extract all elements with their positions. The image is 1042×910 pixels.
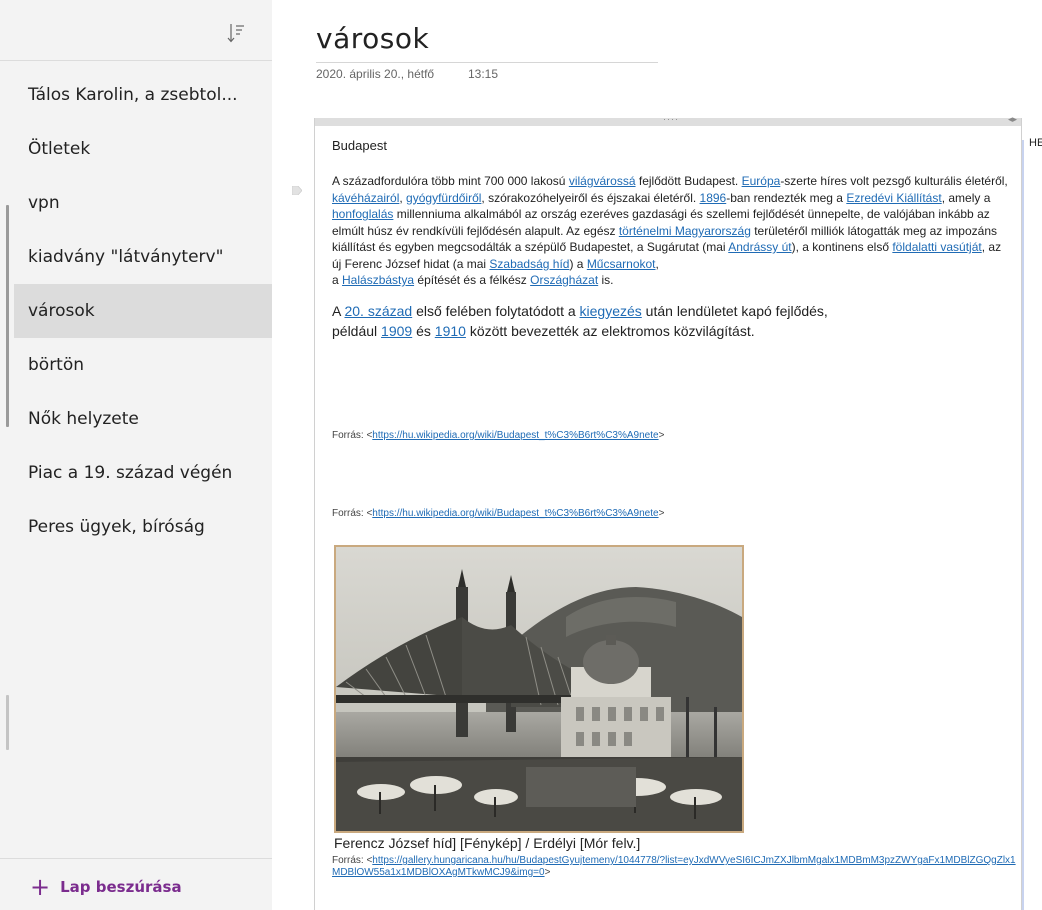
inline-link[interactable]: Műcsarnokot	[587, 257, 656, 271]
inline-link[interactable]: kiegyezés	[580, 303, 642, 319]
text-run: -ban rendezték meg a	[726, 190, 847, 205]
add-page-button[interactable]: + Lap beszúrása	[30, 874, 182, 900]
add-page-label: Lap beszúrása	[60, 878, 182, 896]
page-item[interactable]: kiadvány "látványterv"	[14, 230, 272, 284]
source-line: Forrás: <https://gallery.hungaricana.hu/…	[332, 855, 1022, 879]
inline-link[interactable]: kávéházairól	[332, 191, 399, 205]
text-run: ,	[655, 256, 659, 271]
paragraph: A századfordulóra több mint 700 000 lako…	[332, 173, 1012, 289]
page-item[interactable]: Piac a 19. század végén	[14, 446, 272, 500]
inline-link[interactable]: Szabadság híd	[489, 257, 569, 271]
inline-link[interactable]: földalatti vasútját	[892, 240, 981, 254]
text-run: között bevezették az elektromos közvilág…	[465, 322, 755, 339]
paragraph-handle-icon[interactable]	[291, 182, 303, 196]
page-item[interactable]: Tálos Karolin, a zsebtol...	[14, 68, 272, 122]
source-prefix: Forrás: <	[332, 430, 373, 441]
inline-link[interactable]: 1910	[435, 323, 466, 339]
text-run: A	[332, 302, 345, 319]
inline-link[interactable]: történelmi Magyarország	[619, 224, 751, 238]
scrollbar-lower[interactable]	[6, 695, 9, 750]
source-suffix: >	[658, 430, 665, 441]
source-prefix: Forrás: <	[332, 508, 373, 519]
source-suffix: >	[658, 508, 665, 519]
page-item[interactable]: Peres ügyek, bíróság	[14, 500, 272, 554]
source-line: Forrás: <https://hu.wikipedia.org/wiki/B…	[332, 508, 664, 519]
source-prefix: Forrás: <	[332, 855, 373, 866]
text-run: első felében folytatódott a	[412, 302, 580, 319]
page-item[interactable]: Ötletek	[14, 122, 272, 176]
note-container-handle[interactable]: ···· ◂▸	[315, 114, 1021, 126]
note-body[interactable]: Budapest A századfordulóra több mint 700…	[332, 138, 1012, 357]
page-item[interactable]: vpn	[14, 176, 272, 230]
inline-link[interactable]: Országházat	[530, 273, 598, 287]
inline-link[interactable]: 1896	[700, 191, 727, 205]
text-run: a	[332, 273, 343, 287]
text-run: , szórakozóhelyeiről és éjszakai életérő…	[481, 190, 700, 205]
page-time: 13:15	[468, 67, 499, 81]
resize-arrows-icon[interactable]: ◂▸	[1008, 114, 1017, 125]
text-run: ), a kontinens első	[791, 240, 893, 254]
source-line: Forrás: <https://hu.wikipedia.org/wiki/B…	[332, 430, 664, 441]
text-run: , amely a	[941, 190, 991, 205]
title-underline	[316, 62, 658, 63]
page-item-selected[interactable]: városok	[14, 284, 272, 338]
source-suffix: >	[544, 867, 551, 878]
text-run: után lendületet kapó fejlődés,	[641, 302, 828, 319]
source-link[interactable]: https://hu.wikipedia.org/wiki/Budapest_t…	[372, 508, 658, 519]
inline-link[interactable]: Európa	[742, 174, 781, 188]
text-run: ) a	[569, 256, 587, 271]
adjacent-container-edge	[1022, 140, 1024, 910]
inline-link[interactable]: világvárossá	[569, 174, 636, 188]
source-link[interactable]: https://gallery.hungaricana.hu/hu/Budape…	[332, 855, 1016, 878]
inline-link[interactable]: Halászbástya	[342, 273, 414, 287]
inline-link[interactable]: 20. század	[344, 303, 412, 319]
page-date: 2020. április 20., hétfő	[316, 67, 435, 81]
divider	[0, 858, 272, 859]
text-run: A századfordulóra több mint 700 000 lako…	[332, 174, 569, 188]
text-run: fejlődött Budapest.	[635, 174, 742, 188]
source-link[interactable]: https://hu.wikipedia.org/wiki/Budapest_t…	[372, 430, 658, 441]
inline-link[interactable]: 1909	[381, 323, 412, 339]
text-run: -szerte híres volt pezsgő kulturális éle…	[780, 174, 1008, 188]
page-item[interactable]: Nők helyzete	[14, 392, 272, 446]
scrollbar[interactable]	[6, 205, 9, 427]
plus-icon: +	[30, 873, 51, 901]
bridge-photo[interactable]	[334, 545, 744, 833]
note-heading: Budapest	[332, 138, 387, 153]
text-run: például	[332, 322, 382, 339]
photo-caption: Ferencz József híd] [Fénykép] / Erdélyi …	[334, 835, 641, 851]
drag-handle-icon[interactable]: ····	[663, 114, 679, 124]
inline-link[interactable]: honfoglalás	[332, 207, 393, 221]
inline-link[interactable]: Ezredévi Kiállítást	[846, 191, 941, 205]
inline-link[interactable]: Andrássy út	[728, 240, 791, 254]
page-title[interactable]: városok	[316, 22, 429, 55]
sort-descending-icon[interactable]	[227, 22, 245, 44]
text-run: építését és a félkész	[414, 273, 531, 287]
inline-link[interactable]: gyógyfürdőiről	[406, 191, 481, 205]
adjacent-container-text: HE	[1029, 137, 1042, 149]
text-run: és	[412, 322, 435, 339]
page-item[interactable]: börtön	[14, 338, 272, 392]
divider	[0, 60, 272, 61]
paragraph: A 20. század első felében folytatódott a…	[332, 301, 1012, 341]
page-list-sidebar: Tálos Karolin, a zsebtol... Ötletek vpn …	[0, 0, 272, 910]
page-list: Tálos Karolin, a zsebtol... Ötletek vpn …	[14, 68, 272, 554]
text-run: is.	[598, 273, 614, 287]
